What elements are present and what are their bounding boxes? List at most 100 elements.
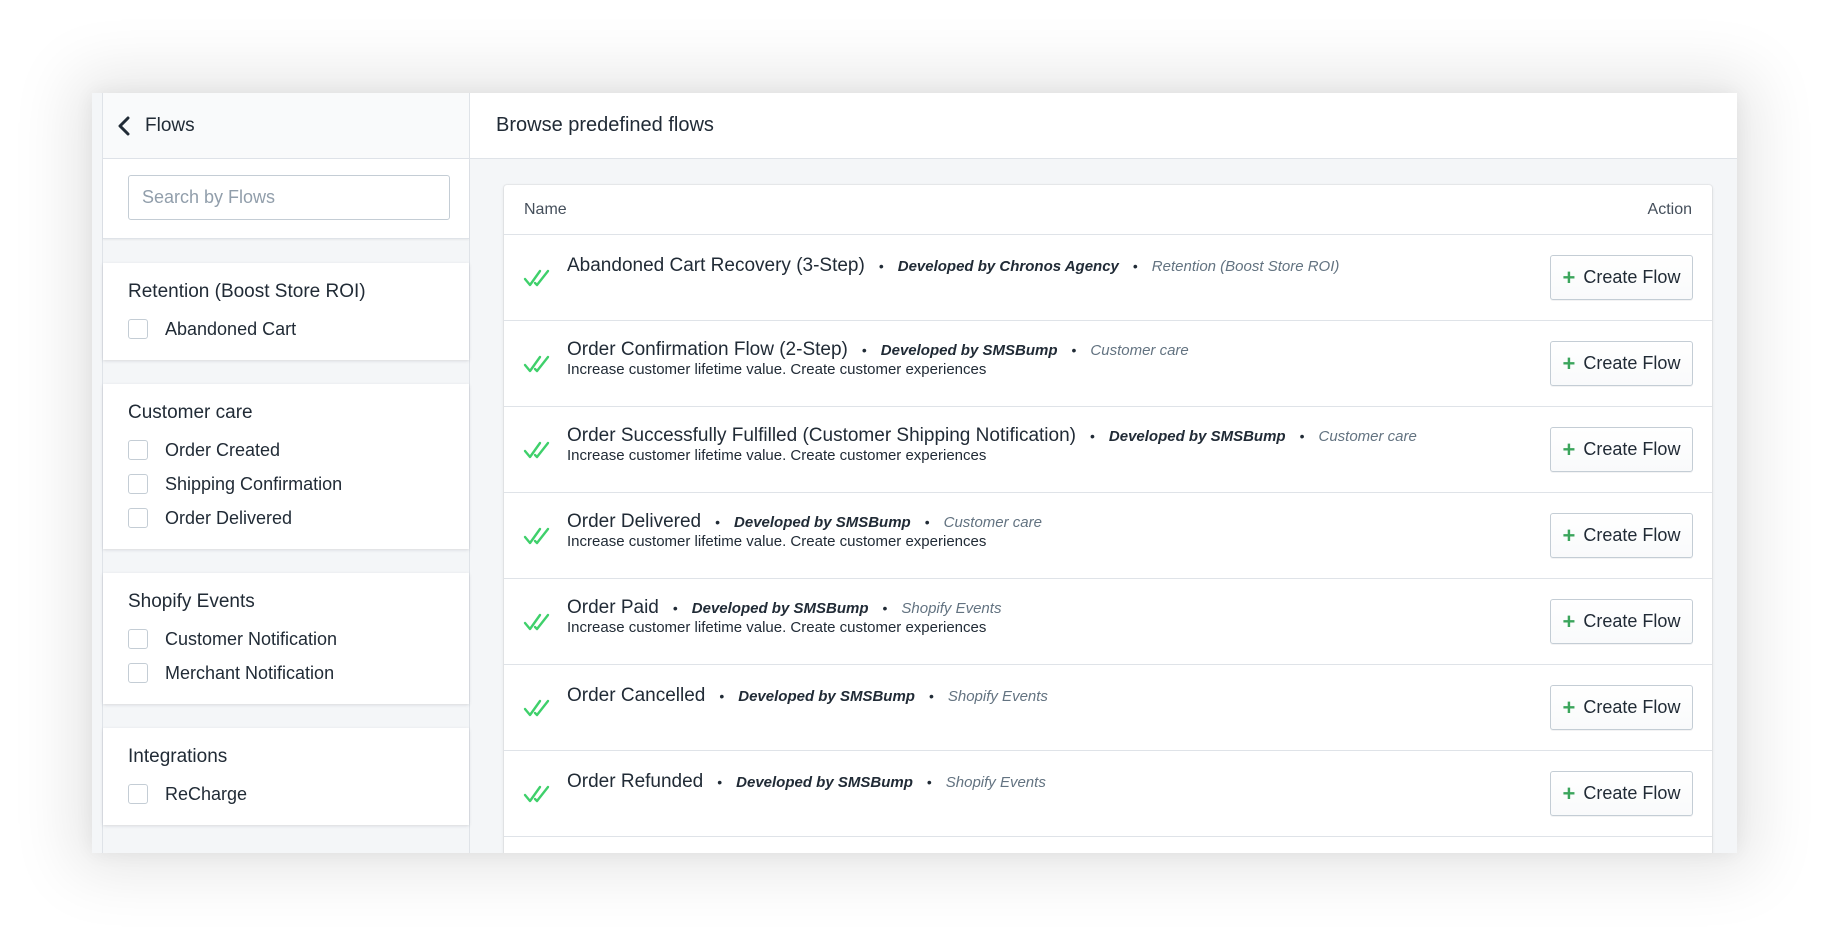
filter-checkbox[interactable]: [128, 319, 148, 339]
flow-developer: Developed by SMSBump: [738, 687, 915, 705]
flow-title-line: Order Successfully Fulfilled (Customer S…: [567, 425, 1417, 447]
page-title: Browse predefined flows: [470, 93, 1737, 159]
plus-icon: +: [1562, 264, 1576, 290]
separator-dot: •: [715, 514, 721, 530]
filter-groups: Retention (Boost Store ROI) Abandoned Car…: [103, 263, 469, 825]
filter-group-title: Customer care: [128, 402, 253, 423]
filter-group: Integrations ReCharge: [103, 728, 469, 825]
create-flow-label: Create Flow: [1583, 611, 1681, 631]
flows-table: Name Action Abandoned Cart Recovery (3-S…: [504, 185, 1712, 853]
create-flow-button[interactable]: + Create Flow: [1550, 513, 1693, 558]
column-header-action: Action: [1647, 200, 1692, 218]
table-row: Order Paid • Developed by SMSBump • Shopify …: [504, 579, 1712, 665]
back-link-flows[interactable]: Flows: [145, 115, 195, 137]
flow-name: Order Refunded: [567, 771, 704, 792]
separator-dot: •: [926, 774, 932, 790]
separator-dot: •: [861, 342, 867, 358]
double-check-icon: [523, 268, 551, 288]
create-flow-button[interactable]: + Create Flow: [1550, 341, 1693, 386]
flow-developer: Developed by SMSBump: [1108, 427, 1286, 445]
flow-developer: Developed by SMSBump: [880, 341, 1058, 359]
create-flow-button[interactable]: + Create Flow: [1550, 255, 1693, 300]
filter-checkbox-row[interactable]: Customer Notification: [128, 622, 444, 656]
create-flow-label: Create Flow: [1583, 439, 1681, 459]
flow-name: Abandoned Cart Recovery (3-Step): [567, 255, 865, 276]
flow-category: Retention (Boost Store ROI): [1151, 257, 1340, 275]
filter-checkbox[interactable]: [128, 474, 148, 494]
flow-description: Increase customer lifetime value. Create…: [567, 361, 987, 378]
filter-checkbox-label: Abandoned Cart: [165, 318, 297, 339]
filter-checkbox-label: Shipping Confirmation: [165, 473, 343, 494]
filter-checkbox-label: Order Created: [165, 439, 281, 460]
plus-icon: +: [1562, 608, 1576, 634]
flow-category: Customer care: [1318, 427, 1417, 445]
flow-name: Order Cancelled: [567, 685, 706, 706]
flow-category: Shopify Events: [945, 773, 1046, 791]
filter-group-title: Shopify Events: [128, 591, 255, 612]
flow-info: Order Confirmation Flow (2-Step) • Develop…: [567, 339, 1189, 379]
filter-checkbox-label: ReCharge: [165, 783, 248, 804]
flow-name: Order Confirmation Flow (2-Step): [567, 339, 848, 360]
create-flow-button[interactable]: + Create Flow: [1550, 771, 1693, 816]
chevron-left-icon[interactable]: [113, 115, 135, 137]
separator-dot: •: [717, 774, 723, 790]
double-check-icon: [523, 784, 551, 804]
flow-info: Order Successfully Fulfilled (Customer S…: [567, 425, 1417, 465]
filter-checkbox-row[interactable]: Order Created: [128, 433, 444, 467]
plus-icon: +: [1562, 436, 1576, 462]
flow-developer: Developed by Chronos Agency: [897, 257, 1119, 275]
flow-info: Abandoned Cart Recovery (3-Step) • Develop…: [567, 255, 1339, 277]
plus-icon: +: [1562, 780, 1576, 806]
table-row: Order Cancelled • Developed by SMSBump • Sho…: [504, 665, 1712, 751]
plus-icon: +: [1562, 522, 1576, 548]
flow-description: Increase customer lifetime value. Create…: [567, 447, 987, 464]
filter-checkbox-label: Order Delivered: [165, 507, 293, 528]
flow-category: Customer care: [1090, 341, 1189, 359]
separator-dot: •: [878, 258, 884, 274]
separator-dot: •: [1299, 428, 1305, 444]
filter-group: Customer care Order Created Shipping Confi…: [103, 384, 469, 549]
create-flow-label: Create Flow: [1583, 783, 1681, 803]
flow-title-line: Order Cancelled • Developed by SMSBump • Sho…: [567, 685, 1048, 707]
separator-dot: •: [1089, 428, 1095, 444]
filter-checkbox[interactable]: [128, 508, 148, 528]
filter-group-title: Integrations: [128, 746, 228, 767]
create-flow-label: Create Flow: [1583, 697, 1681, 717]
filter-checkbox-label: Merchant Notification: [165, 662, 335, 683]
create-flow-button[interactable]: + Create Flow: [1550, 599, 1693, 644]
create-flow-button[interactable]: + Create Flow: [1550, 427, 1693, 472]
flow-title-line: Order Refunded • Developed by SMSBump • Shop…: [567, 771, 1046, 793]
search-card: [103, 159, 469, 239]
table-header: Name Action: [504, 185, 1712, 235]
filter-checkbox[interactable]: [128, 663, 148, 683]
separator-dot: •: [1071, 342, 1077, 358]
filter-group-title: Retention (Boost Store ROI): [128, 281, 366, 302]
filter-checkbox[interactable]: [128, 784, 148, 804]
table-row: Order Refunded • Developed by SMSBump • Shop…: [504, 751, 1712, 837]
sidebar: Flows Retention (Boost Store ROI) Abandon…: [102, 93, 470, 853]
filter-checkbox-row[interactable]: Abandoned Cart: [128, 312, 444, 346]
flow-rows: Abandoned Cart Recovery (3-Step) • Develop…: [504, 235, 1712, 837]
table-row: Order Confirmation Flow (2-Step) • Develop…: [504, 321, 1712, 407]
flow-name: Order Delivered: [567, 511, 702, 532]
table-row: Order Successfully Fulfilled (Customer S…: [504, 407, 1712, 493]
flow-info: Order Cancelled • Developed by SMSBump • Sho…: [567, 685, 1048, 707]
column-header-name: Name: [524, 200, 567, 218]
plus-icon: +: [1562, 694, 1576, 720]
flow-description: Increase customer lifetime value. Create…: [567, 533, 987, 550]
filter-checkbox-row[interactable]: Merchant Notification: [128, 656, 444, 690]
filter-checkbox-row[interactable]: Shipping Confirmation: [128, 467, 444, 501]
table-row: Abandoned Cart Recovery (3-Step) • Develop…: [504, 235, 1712, 321]
flow-description: Increase customer lifetime value. Create…: [567, 619, 987, 636]
separator-dot: •: [882, 600, 888, 616]
flow-info: Order Refunded • Developed by SMSBump • Shop…: [567, 771, 1046, 793]
flow-title-line: Order Delivered • Developed by SMSBump • Cus…: [567, 511, 1042, 533]
filter-checkbox[interactable]: [128, 440, 148, 460]
create-flow-label: Create Flow: [1583, 267, 1681, 287]
filter-checkbox[interactable]: [128, 629, 148, 649]
filter-checkbox-row[interactable]: Order Delivered: [128, 501, 444, 535]
separator-dot: •: [672, 600, 678, 616]
create-flow-button[interactable]: + Create Flow: [1550, 685, 1693, 730]
filter-checkbox-row[interactable]: ReCharge: [128, 777, 444, 811]
search-input[interactable]: [128, 175, 450, 220]
